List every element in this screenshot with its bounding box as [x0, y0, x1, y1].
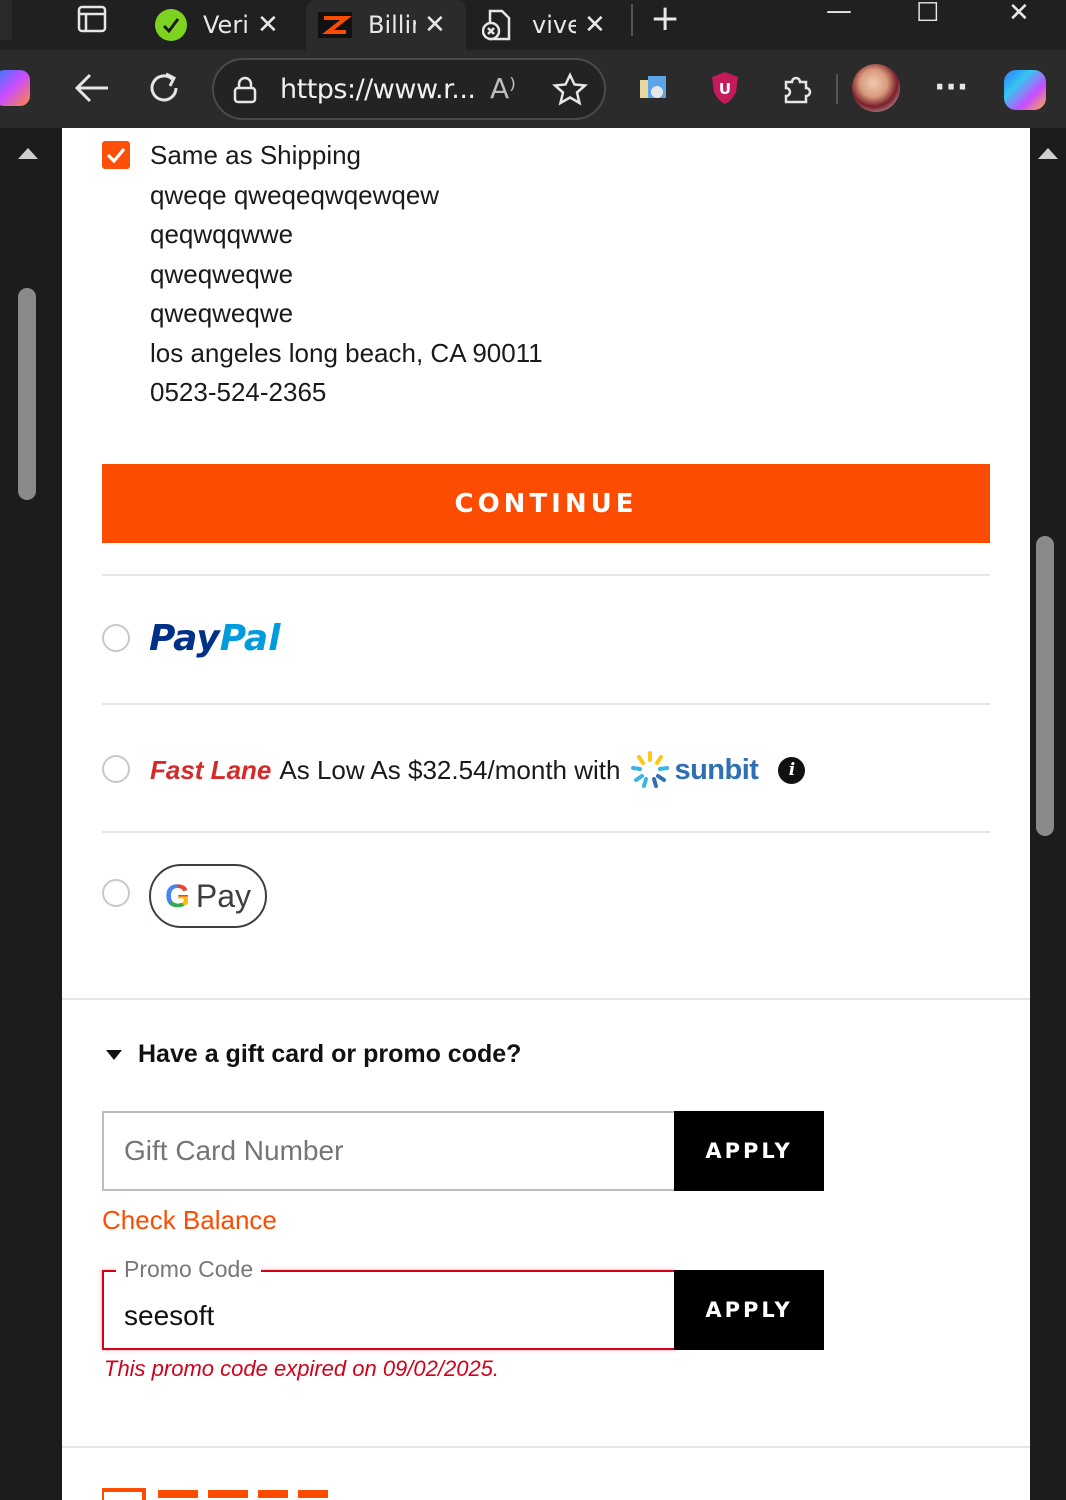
- page-scrollbar[interactable]: [1030, 128, 1066, 1500]
- address-line: qeqwqqwwe: [150, 219, 294, 249]
- tab-actions-icon[interactable]: [76, 4, 108, 34]
- gift-card-toggle[interactable]: Have a gift card or promo code?: [104, 1040, 521, 1069]
- gift-card-field[interactable]: [102, 1111, 676, 1191]
- gift-card-input[interactable]: [124, 1113, 664, 1189]
- close-tab-icon[interactable]: ✕: [424, 10, 446, 40]
- more-options-icon[interactable]: ···: [934, 70, 968, 105]
- tab-billing[interactable]: Billir ✕: [306, 0, 466, 50]
- info-icon[interactable]: i: [778, 756, 806, 784]
- left-scrollbar[interactable]: [0, 128, 62, 1500]
- brand-logo-icon: [318, 10, 352, 40]
- sunbit-wordmark: sunbit: [674, 753, 759, 786]
- promo-error-message: This promo code expired on 09/02/2025.: [104, 1356, 500, 1381]
- fastlane-radio[interactable]: [102, 755, 130, 783]
- url-text: https://www.r...: [280, 74, 476, 105]
- scroll-up-arrow-icon[interactable]: [16, 146, 40, 160]
- page-scroll-thumb[interactable]: [1036, 536, 1054, 836]
- address-bar[interactable]: https://www.r... A⁾: [212, 58, 606, 120]
- error-page-icon: [481, 9, 512, 41]
- tab-veri[interactable]: Veri ✕: [141, 0, 303, 50]
- copilot-icon[interactable]: [1004, 70, 1046, 110]
- gpay-radio[interactable]: [102, 879, 130, 907]
- caret-down-icon: [106, 1049, 122, 1060]
- profile-avatar-icon[interactable]: [852, 64, 900, 112]
- sunbit-sun-icon: [630, 750, 670, 790]
- paypal-pay: Pay: [149, 618, 220, 659]
- section-divider: [62, 998, 1030, 1000]
- promo-code-label: Promo Code: [116, 1256, 262, 1283]
- checkout-page: Same as Shipping qweqe qweqeqwqewqew qeq…: [62, 128, 1030, 1500]
- section-divider: [62, 1446, 1030, 1448]
- scroll-up-arrow-icon[interactable]: [1036, 146, 1060, 160]
- favorite-star-icon[interactable]: [551, 72, 589, 110]
- new-tab-icon[interactable]: +: [650, 0, 680, 39]
- checkmark-icon: [106, 147, 126, 164]
- maximize-icon[interactable]: ☐: [916, 0, 939, 38]
- tab-label: Billir: [368, 11, 416, 39]
- copilot-sidebar-icon[interactable]: [0, 70, 30, 106]
- paypal-logo[interactable]: PayPal: [149, 618, 280, 659]
- same-as-shipping-checkbox[interactable]: [102, 141, 130, 169]
- divider: [102, 703, 990, 705]
- refresh-icon[interactable]: [146, 70, 182, 110]
- minimize-icon[interactable]: —: [826, 0, 852, 36]
- address-line: qweqweqwe: [150, 259, 294, 289]
- apply-gift-card-button[interactable]: APPLY: [674, 1111, 824, 1191]
- tab-vive[interactable]: vive ✕: [470, 0, 628, 50]
- paypal-pal: Pal: [219, 618, 281, 659]
- address-line: los angeles long beach, CA 90011: [150, 338, 543, 368]
- fastlane-brand: Fast Lane: [150, 754, 272, 785]
- back-icon[interactable]: [74, 72, 110, 108]
- promo-code-field[interactable]: Promo Code: [102, 1256, 676, 1350]
- close-tab-icon[interactable]: ✕: [584, 10, 606, 40]
- google-g-icon: G: [164, 877, 190, 914]
- fastlane-text: As Low As $32.54/month with: [279, 754, 621, 785]
- tab-bar: Veri ✕ Billir ✕ vive ✕ + — ☐ ✕: [0, 0, 1066, 50]
- brand-logo-partial: [102, 1488, 332, 1500]
- tab-label: vive: [532, 11, 576, 39]
- address-line: qweqweqwe: [150, 298, 294, 328]
- extensions-puzzle-icon[interactable]: [780, 72, 814, 110]
- divider: [102, 574, 990, 576]
- divider: [102, 831, 990, 833]
- address-bar-row: https://www.r... A⁾ U ···: [0, 50, 1066, 128]
- promo-code-input[interactable]: [124, 1294, 664, 1338]
- gpay-button[interactable]: G Pay: [149, 864, 267, 928]
- toolbar-separator: [836, 74, 838, 104]
- same-as-shipping-label: Same as Shipping: [150, 140, 362, 170]
- phone-line: 0523-524-2365: [150, 377, 327, 407]
- gpay-label: Pay: [195, 877, 252, 914]
- tab-separator: [631, 4, 633, 36]
- close-tab-icon[interactable]: ✕: [257, 10, 279, 40]
- verified-site-icon: [155, 9, 187, 41]
- address-line: qweqe qweqeqwqewqew: [150, 180, 440, 210]
- ublock-shield-icon[interactable]: U: [710, 70, 740, 110]
- extension-pwa-icon[interactable]: [638, 74, 668, 104]
- fastlane-option[interactable]: Fast Lane As Low As $32.54/month with su…: [150, 750, 806, 790]
- lock-icon[interactable]: [232, 76, 258, 108]
- sidebar-edge: [0, 0, 12, 40]
- continue-button[interactable]: CONTINUE: [102, 464, 990, 543]
- close-window-icon[interactable]: ✕: [1008, 0, 1030, 38]
- left-scroll-thumb[interactable]: [18, 288, 36, 500]
- gift-card-heading: Have a gift card or promo code?: [138, 1040, 522, 1068]
- svg-text:U: U: [719, 80, 731, 98]
- tab-label: Veri: [203, 11, 249, 39]
- check-balance-link[interactable]: Check Balance: [102, 1205, 277, 1236]
- paypal-radio[interactable]: [102, 624, 130, 652]
- read-aloud-icon[interactable]: A⁾: [490, 72, 516, 105]
- apply-promo-button[interactable]: APPLY: [674, 1270, 824, 1350]
